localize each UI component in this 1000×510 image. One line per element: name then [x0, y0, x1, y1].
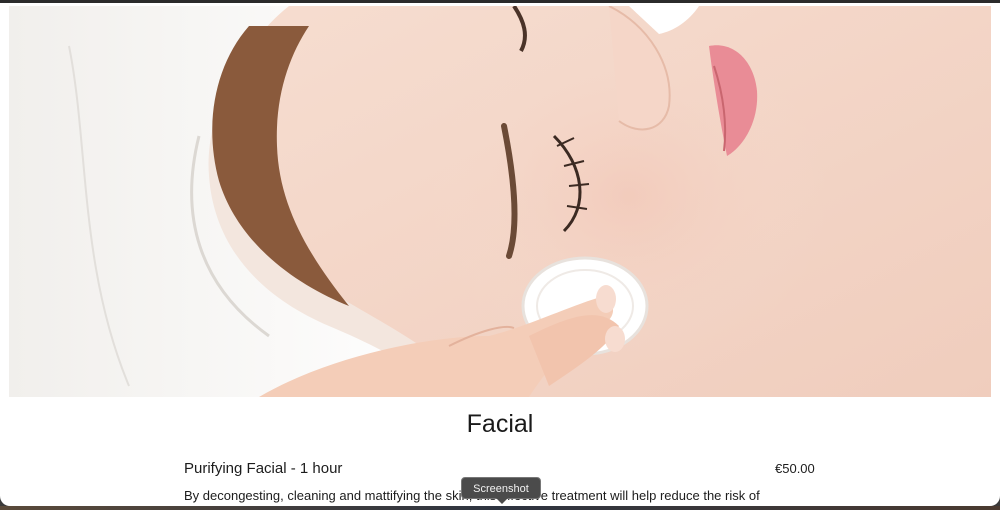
service-name: Purifying Facial - 1 hour: [184, 460, 343, 477]
section-title: Facial: [466, 410, 534, 438]
desktop-background-strip: [0, 506, 1000, 510]
screenshot-tooltip: Screenshot: [461, 477, 541, 504]
service-price: €50.00: [775, 461, 815, 476]
facial-photo: [9, 6, 991, 397]
browser-window: Facial Purifying Facial - 1 hour €50.00 …: [0, 0, 1000, 506]
hero-image: [9, 6, 991, 397]
